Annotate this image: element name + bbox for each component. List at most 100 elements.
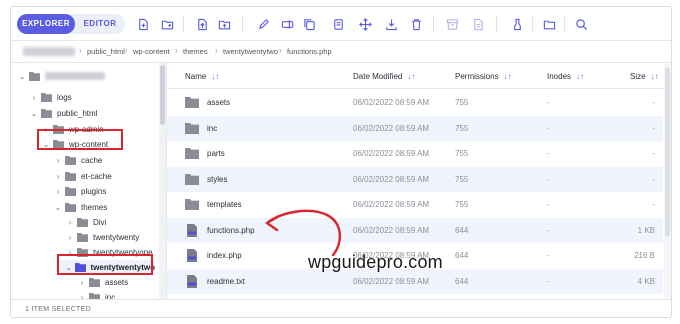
folder-icon bbox=[65, 171, 76, 181]
tree-item-logs[interactable]: › logs bbox=[29, 90, 72, 104]
chevron-right-icon[interactable]: › bbox=[53, 156, 63, 165]
chevron-down-icon[interactable]: ⌄ bbox=[53, 203, 63, 212]
tree-item-twentytwenty[interactable]: › twentytwenty bbox=[65, 230, 139, 244]
tree-scrollbar[interactable] bbox=[159, 63, 166, 299]
file-name[interactable]: functions.php bbox=[207, 226, 255, 235]
file-name[interactable]: styles bbox=[207, 175, 227, 184]
folder-icon bbox=[185, 122, 199, 135]
folder-tree: ⌄ › logs ⌄ public_html › wp-admin ⌄ wp-c… bbox=[11, 63, 167, 299]
scrollbar-thumb[interactable] bbox=[665, 67, 670, 237]
search-icon[interactable] bbox=[573, 16, 589, 32]
file-inodes: - bbox=[547, 174, 550, 184]
new-folder-icon[interactable] bbox=[159, 16, 175, 32]
tree-item-label: twentytwenty bbox=[93, 232, 140, 242]
explorer-tab[interactable]: EXPLORER bbox=[17, 14, 75, 34]
file-inodes: - bbox=[547, 200, 550, 209]
extract-icon[interactable] bbox=[470, 16, 486, 32]
column-header-size[interactable]: Size ↓↑ bbox=[630, 72, 659, 81]
file-manager-window: EXPLORER EDITOR › public_html › wp-conte… bbox=[10, 6, 672, 318]
php-file-icon bbox=[185, 249, 199, 262]
delete-icon[interactable] bbox=[408, 16, 424, 32]
chevron-right-icon: › bbox=[79, 46, 82, 55]
rename-icon[interactable] bbox=[279, 16, 295, 32]
file-permissions: 755 bbox=[455, 98, 469, 107]
file-name[interactable]: templates bbox=[207, 200, 242, 209]
tree-item-label: themes bbox=[81, 202, 108, 212]
file-permissions: 644 bbox=[455, 276, 469, 286]
table-row[interactable]: templates 06/02/2022 08:59 AM 755 - - bbox=[167, 192, 663, 217]
list-scrollbar[interactable] bbox=[664, 63, 671, 299]
file-name[interactable]: readme.txt bbox=[207, 277, 245, 286]
folder-icon bbox=[65, 186, 76, 196]
file-name[interactable]: inc bbox=[207, 124, 217, 133]
toolbar: EXPLORER EDITOR bbox=[11, 7, 671, 41]
chevron-right-icon[interactable]: › bbox=[77, 278, 87, 287]
archive-icon[interactable] bbox=[444, 16, 460, 32]
table-row[interactable]: assets 06/02/2022 08:59 AM 755 - - bbox=[167, 90, 663, 115]
editor-tab[interactable]: EDITOR bbox=[75, 14, 125, 34]
table-row[interactable]: inc 06/02/2022 08:59 AM 755 - - bbox=[167, 115, 663, 141]
sort-icon[interactable]: ↓↑ bbox=[651, 72, 659, 81]
tree-item-label-blurred bbox=[45, 72, 105, 80]
sort-icon[interactable]: ↓↑ bbox=[407, 72, 415, 81]
table-row[interactable]: functions.php 06/02/2022 08:59 AM 644 - 1 KB bbox=[167, 217, 663, 243]
breadcrumb-item[interactable]: themes bbox=[183, 47, 208, 56]
upload-file-icon[interactable] bbox=[194, 16, 210, 32]
breadcrumb-item[interactable]: public_html bbox=[87, 47, 125, 56]
copy-icon[interactable] bbox=[301, 16, 317, 32]
tree-item-assets[interactable]: › assets bbox=[77, 275, 128, 289]
folder-info-icon[interactable] bbox=[541, 16, 557, 32]
file-name[interactable]: parts bbox=[207, 149, 225, 158]
sort-icon[interactable]: ↓↑ bbox=[504, 72, 512, 81]
file-name[interactable]: assets bbox=[207, 98, 230, 107]
breadcrumb-root-blurred[interactable] bbox=[23, 47, 75, 56]
chevron-down-icon[interactable]: ⌄ bbox=[29, 109, 39, 118]
new-file-icon[interactable] bbox=[135, 16, 151, 32]
tree-item-label: logs bbox=[57, 92, 72, 102]
edit-icon[interactable] bbox=[255, 16, 271, 32]
breadcrumb-item-current: functions.php bbox=[287, 47, 332, 56]
tree-item-inc[interactable]: › inc bbox=[77, 290, 115, 299]
duplicate-icon[interactable] bbox=[330, 16, 346, 32]
chevron-right-icon[interactable]: › bbox=[65, 233, 75, 242]
php-file-icon bbox=[185, 223, 199, 237]
file-inodes: - bbox=[547, 251, 550, 260]
file-name[interactable]: index.php bbox=[207, 251, 242, 260]
watermark-text: wpguidepro.com bbox=[308, 252, 443, 272]
upload-folder-icon[interactable] bbox=[216, 16, 232, 32]
tree-item-public-html[interactable]: ⌄ public_html bbox=[29, 106, 97, 120]
column-header-permissions[interactable]: Permissions ↓↑ bbox=[455, 72, 512, 81]
column-header-date[interactable]: Date Modified ↓↑ bbox=[353, 72, 415, 81]
file-date: 06/02/2022 08:59 AM bbox=[353, 174, 430, 184]
tree-item-label: et-cache bbox=[81, 171, 112, 181]
tree-item-cache[interactable]: › cache bbox=[53, 153, 102, 167]
sort-icon[interactable]: ↓↑ bbox=[576, 72, 584, 81]
chevron-right-icon[interactable]: › bbox=[53, 187, 63, 196]
file-permissions: 755 bbox=[455, 174, 469, 184]
breadcrumb-item[interactable]: wp-content bbox=[133, 47, 170, 56]
chevron-right-icon[interactable]: › bbox=[65, 218, 75, 227]
chevron-right-icon[interactable]: › bbox=[29, 93, 39, 102]
tree-item-et-cache[interactable]: › et-cache bbox=[53, 169, 112, 183]
scrollbar-thumb[interactable] bbox=[160, 65, 165, 125]
chevron-down-icon[interactable]: ⌄ bbox=[17, 72, 27, 81]
breadcrumb-item[interactable]: twentytwentytwo bbox=[223, 47, 278, 56]
sort-icon[interactable]: ↓↑ bbox=[211, 72, 219, 81]
tree-item-label: cache bbox=[81, 155, 103, 165]
download-icon[interactable] bbox=[383, 16, 399, 32]
tree-item-root[interactable]: ⌄ bbox=[17, 69, 105, 83]
tree-item-label: assets bbox=[105, 277, 129, 287]
chevron-right-icon[interactable]: › bbox=[53, 172, 63, 181]
column-header-name[interactable]: Name ↓↑ bbox=[185, 72, 219, 81]
permissions-icon[interactable] bbox=[509, 16, 525, 32]
table-row[interactable]: styles 06/02/2022 08:59 AM 755 - - bbox=[167, 166, 663, 192]
tree-item-plugins[interactable]: › plugins bbox=[53, 184, 106, 198]
tree-item-divi[interactable]: › Divi bbox=[65, 215, 106, 229]
table-row[interactable]: parts 06/02/2022 08:59 AM 755 - - bbox=[167, 141, 663, 166]
column-header-inodes[interactable]: Inodes ↓↑ bbox=[547, 72, 584, 81]
move-icon[interactable] bbox=[357, 16, 373, 32]
chevron-right-icon: › bbox=[125, 46, 128, 55]
tree-item-themes[interactable]: ⌄ themes bbox=[53, 200, 107, 214]
chevron-right-icon: › bbox=[175, 46, 178, 55]
file-permissions: 755 bbox=[455, 149, 469, 158]
